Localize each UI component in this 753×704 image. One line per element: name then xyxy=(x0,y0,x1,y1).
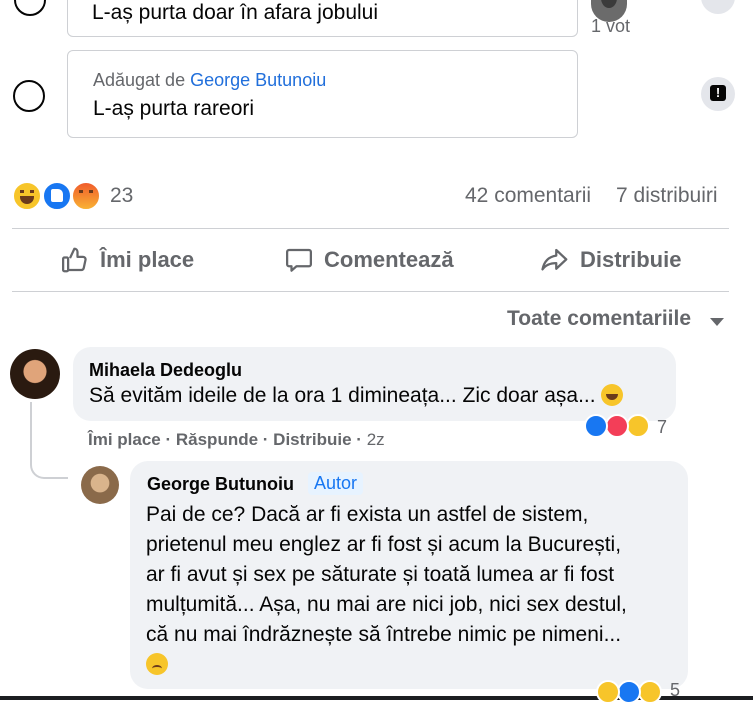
reaction-count[interactable]: 23 xyxy=(110,184,133,208)
share-icon xyxy=(541,248,568,271)
share-count[interactable]: 7 distribuiri xyxy=(616,184,718,208)
poll-option-1-votes[interactable]: 1 vot xyxy=(591,16,630,37)
thumbs-up-icon xyxy=(62,247,87,273)
love-reaction-icon xyxy=(605,414,629,438)
comment-2-line: Pai de ce? Dacă ar fi exista un astfel d… xyxy=(146,503,589,526)
comment-button[interactable]: Comentează xyxy=(284,240,454,280)
angry-reaction-icon xyxy=(71,181,101,211)
like-reaction-icon xyxy=(584,414,608,438)
caret-down-icon[interactable] xyxy=(710,318,724,326)
comment-2-line: că nu mai îndrăznește să întrebe nimic p… xyxy=(146,623,622,646)
poll-option-1-text: L-aș purta doar în afara jobului xyxy=(92,1,379,24)
comment-1-text-content: Să evităm ideile de la ora 1 dimineața..… xyxy=(89,384,596,407)
divider-bottom xyxy=(12,291,729,292)
added-by-prefix: Adăugat de xyxy=(93,70,186,90)
poll-option-2-text: L-aș purta rareori xyxy=(93,97,255,120)
comment-2-line: prietenul meu englez ar fi fost și acum … xyxy=(146,533,622,556)
comment-filter[interactable]: Toate comentariile xyxy=(507,307,691,331)
comment-1-reply-link[interactable]: Răspunde xyxy=(176,430,258,449)
share-label: Distribuie xyxy=(580,247,682,272)
author-badge: Autor xyxy=(308,472,364,495)
comment-2-line: mulțumită... Așa, nu mai are nici job, n… xyxy=(146,593,627,616)
share-button[interactable]: Distribuie xyxy=(540,240,681,280)
haha-reaction-icon xyxy=(626,414,650,438)
comment-1-share-link[interactable]: Distribuie xyxy=(273,430,351,449)
comment-1-time[interactable]: 2z xyxy=(367,430,385,449)
avatar-mihaela[interactable] xyxy=(10,349,60,399)
poll-option-2-box[interactable]: Adăugat de George Butunoiu L-aș purta ra… xyxy=(67,50,578,138)
thread-connector xyxy=(30,402,68,479)
comment-1-like-link[interactable]: Îmi place xyxy=(88,430,161,449)
comment-2-text: Pai de ce? Dacă ar fi exista un astfel d… xyxy=(146,500,627,680)
comment-2-author[interactable]: George Butunoiu xyxy=(147,474,294,495)
avatar-george[interactable] xyxy=(81,466,119,504)
comment-1-author[interactable]: Mihaela Dedeoglu xyxy=(89,360,242,381)
alert-icon: ! xyxy=(710,85,726,101)
haha-reaction-icon xyxy=(596,680,620,704)
like-reaction-icon xyxy=(617,680,641,704)
like-button[interactable]: Îmi place xyxy=(60,240,194,280)
poll-option-1-radio[interactable] xyxy=(14,0,46,16)
comment-label: Comentează xyxy=(324,247,454,272)
poll-option-1-more-button[interactable] xyxy=(701,0,735,14)
poll-option-2-report-button[interactable]: ! xyxy=(701,77,735,111)
care-reaction-icon xyxy=(638,680,662,704)
poll-option-2-added-by: Adăugat de George Butunoiu xyxy=(93,70,326,91)
comment-1-text: Să evităm ideile de la ora 1 dimineața..… xyxy=(89,381,624,411)
poll-option-2-radio[interactable] xyxy=(13,80,45,112)
comment-count[interactable]: 42 comentarii xyxy=(465,184,591,208)
grinning-emoji-icon xyxy=(601,384,624,406)
haha-reaction-icon xyxy=(12,181,42,211)
like-reaction-icon xyxy=(42,181,72,211)
frowning-emoji-icon xyxy=(146,653,168,675)
added-by-author[interactable]: George Butunoiu xyxy=(190,70,326,90)
divider-top xyxy=(12,228,729,229)
comment-2-line: ar fi avut și sex pe săturate și toată l… xyxy=(146,563,615,586)
like-label: Îmi place xyxy=(100,247,195,272)
comment-1-actions: Îmi place · Răspunde · Distribuie · 2z xyxy=(88,430,385,449)
poll-option-1-box[interactable]: L-aș purta doar în afara jobului xyxy=(67,0,578,37)
comment-1-reaction-count: 7 xyxy=(657,417,668,437)
comment-icon xyxy=(286,248,312,272)
